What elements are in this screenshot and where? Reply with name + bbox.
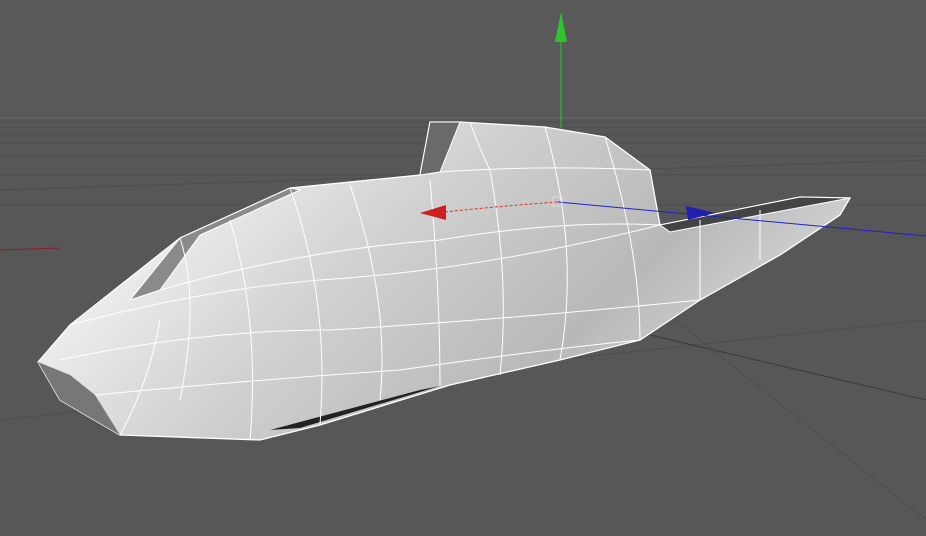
viewport-canvas[interactable] (0, 0, 926, 536)
y-axis-arrow-icon[interactable] (555, 12, 567, 42)
3d-viewport[interactable] (0, 0, 926, 536)
